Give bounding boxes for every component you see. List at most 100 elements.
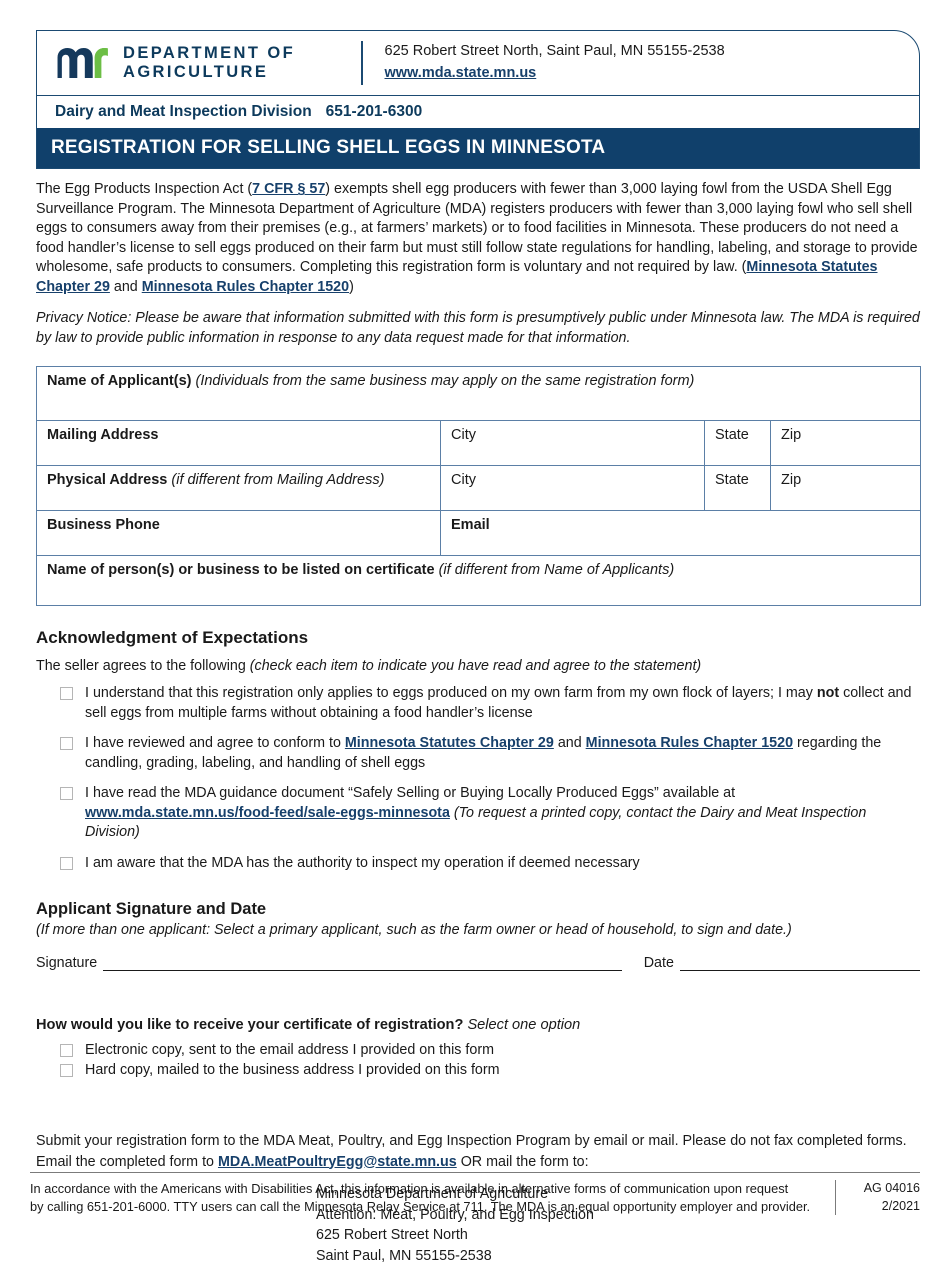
cell-physical-state[interactable]: State xyxy=(705,466,771,511)
submit-line-2a: Email the completed form to xyxy=(36,1154,218,1170)
cell-mailing-city[interactable]: City xyxy=(441,421,705,466)
table-row-applicant-name: Name of Applicant(s) (Individuals from t… xyxy=(37,367,921,421)
document-header: DEPARTMENT OF AGRICULTURE 625 Robert Str… xyxy=(36,30,920,169)
ack-item-own-farm[interactable]: I understand that this registration only… xyxy=(36,684,920,723)
submit-email-link[interactable]: MDA.MeatPoultryEgg@state.mn.us xyxy=(218,1154,457,1170)
checkbox-hard-copy-icon[interactable] xyxy=(60,1064,73,1077)
checkbox-own-farm-icon[interactable] xyxy=(60,687,73,700)
ack2-mn-rules-ch1520-link[interactable]: Minnesota Rules Chapter 1520 xyxy=(586,735,793,751)
checkbox-conform-statutes-icon[interactable] xyxy=(60,737,73,750)
delivery-option-electronic-label: Electronic copy, sent to the email addre… xyxy=(85,1041,494,1059)
footer-form-number: AG 04016 xyxy=(848,1180,920,1198)
mn-rules-ch1520-link[interactable]: Minnesota Rules Chapter 1520 xyxy=(142,279,349,295)
footer-line-2: by calling 651-201-6000. TTY users can c… xyxy=(30,1198,821,1216)
applicant-information-table: Name of Applicant(s) (Individuals from t… xyxy=(36,366,921,606)
label-physical-city: City xyxy=(451,472,476,488)
division-name: Dairy and Meat Inspection Division xyxy=(55,103,312,121)
acknowledgment-subtitle-text: The seller agrees to the following xyxy=(36,658,250,674)
checkbox-electronic-copy-icon[interactable] xyxy=(60,1044,73,1057)
signature-input[interactable] xyxy=(103,954,622,971)
acknowledgment-checklist: I understand that this registration only… xyxy=(36,684,920,873)
checkbox-inspection-icon[interactable] xyxy=(60,857,73,870)
footer-divider xyxy=(835,1180,836,1215)
privacy-notice: Privacy Notice: Please be aware that inf… xyxy=(36,309,920,348)
hint-certificate-name: (if different from Name of Applicants) xyxy=(439,562,675,578)
cell-mailing-zip[interactable]: Zip xyxy=(771,421,921,466)
label-physical-state: State xyxy=(715,472,749,488)
label-mailing-zip: Zip xyxy=(781,427,801,443)
label-mailing-city: City xyxy=(451,427,476,443)
table-row-certificate-name: Name of person(s) or business to be list… xyxy=(37,556,921,606)
mail-address-line-3: 625 Robert Street North xyxy=(316,1225,920,1246)
ack-item-conform-statutes[interactable]: I have reviewed and agree to conform to … xyxy=(36,734,920,773)
signature-row: Signature Date xyxy=(36,954,920,971)
label-physical-address: Physical Address xyxy=(47,472,167,488)
form-page: DEPARTMENT OF AGRICULTURE 625 Robert Str… xyxy=(0,0,950,1230)
ack2-text-b: and xyxy=(554,735,586,751)
cell-mailing-state[interactable]: State xyxy=(705,421,771,466)
cell-email[interactable]: Email xyxy=(441,511,921,556)
minnesota-mn-logo-icon xyxy=(55,47,109,79)
ack-item-conform-statutes-label: I have reviewed and agree to conform to … xyxy=(85,734,920,773)
cell-mailing-address[interactable]: Mailing Address xyxy=(37,421,441,466)
label-certificate-name: Name of person(s) or business to be list… xyxy=(47,562,435,578)
signature-label: Signature xyxy=(36,955,97,971)
acknowledgment-subtitle: The seller agrees to the following (chec… xyxy=(36,658,920,674)
delivery-option-hardcopy[interactable]: Hard copy, mailed to the business addres… xyxy=(36,1061,920,1079)
table-row-physical-address: Physical Address (if different from Mail… xyxy=(37,466,921,511)
delivery-option-electronic[interactable]: Electronic copy, sent to the email addre… xyxy=(36,1041,920,1059)
delivery-question: How would you like to receive your certi… xyxy=(36,1017,920,1033)
page-footer: In accordance with the Americans with Di… xyxy=(30,1172,920,1215)
intro-text-c: and xyxy=(110,279,142,295)
footer-ada-notice: In accordance with the Americans with Di… xyxy=(30,1180,835,1215)
cfr-57-link[interactable]: 7 CFR § 57 xyxy=(252,181,325,197)
mail-address-line-4: Saint Paul, MN 55155-2538 xyxy=(316,1246,920,1266)
signature-heading: Applicant Signature and Date xyxy=(36,900,920,919)
label-email: Email xyxy=(451,517,490,533)
main-content: The Egg Products Inspection Act (7 CFR §… xyxy=(36,180,920,1266)
hint-name-of-applicants: (Individuals from the same business may … xyxy=(196,373,695,389)
submit-line-2b: OR mail the form to: xyxy=(457,1154,589,1170)
logo-line-1: DEPARTMENT OF xyxy=(123,44,295,62)
agency-website-link[interactable]: www.mda.state.mn.us xyxy=(385,65,537,81)
ack-item-own-farm-label: I understand that this registration only… xyxy=(85,684,920,723)
delivery-question-hint: Select one option xyxy=(467,1017,580,1033)
agency-contact-block: 625 Robert Street North, Saint Paul, MN … xyxy=(385,41,725,85)
ack1-text-a: I understand that this registration only… xyxy=(85,685,817,701)
cell-business-phone[interactable]: Business Phone xyxy=(37,511,441,556)
date-input[interactable] xyxy=(680,954,920,971)
delivery-question-text: How would you like to receive your certi… xyxy=(36,1017,463,1033)
intro-text-d: ) xyxy=(349,279,354,295)
cell-certificate-name[interactable]: Name of person(s) or business to be list… xyxy=(37,556,921,606)
agency-address: 625 Robert Street North, Saint Paul, MN … xyxy=(385,41,725,63)
cell-physical-zip[interactable]: Zip xyxy=(771,466,921,511)
intro-paragraph: The Egg Products Inspection Act (7 CFR §… xyxy=(36,180,920,297)
date-label: Date xyxy=(644,955,674,971)
hint-physical-address: (if different from Mailing Address) xyxy=(171,472,384,488)
cell-applicant-name[interactable]: Name of Applicant(s) (Individuals from t… xyxy=(37,367,921,421)
ack3-guidance-link[interactable]: www.mda.state.mn.us/food-feed/sale-eggs-… xyxy=(85,805,450,821)
acknowledgment-subtitle-hint: (check each item to indicate you have re… xyxy=(250,658,701,674)
page-title: REGISTRATION FOR SELLING SHELL EGGS IN M… xyxy=(51,137,605,159)
ack1-bold-not: not xyxy=(817,685,839,701)
division-row: Dairy and Meat Inspection Division 651-2… xyxy=(37,95,919,128)
label-mailing-address: Mailing Address xyxy=(47,427,158,443)
cell-physical-city[interactable]: City xyxy=(441,466,705,511)
ack-item-inspection[interactable]: I am aware that the MDA has the authorit… xyxy=(36,854,920,874)
table-row-contact: Business Phone Email xyxy=(37,511,921,556)
mda-logo-wordmark: DEPARTMENT OF AGRICULTURE xyxy=(123,44,295,83)
header-vertical-divider xyxy=(361,41,363,85)
table-row-mailing-address: Mailing Address City State Zip xyxy=(37,421,921,466)
footer-form-id: AG 04016 2/2021 xyxy=(848,1180,920,1215)
ack-item-guidance-doc[interactable]: I have read the MDA guidance document “S… xyxy=(36,784,920,843)
ack2-mn-statutes-ch29-link[interactable]: Minnesota Statutes Chapter 29 xyxy=(345,735,554,751)
submit-instructions: Submit your registration form to the MDA… xyxy=(36,1131,920,1172)
ack2-text-a: I have reviewed and agree to conform to xyxy=(85,735,345,751)
logo-line-2: AGRICULTURE xyxy=(123,63,268,81)
checkbox-guidance-doc-icon[interactable] xyxy=(60,787,73,800)
footer-form-date: 2/2021 xyxy=(848,1198,920,1216)
mda-logo: DEPARTMENT OF AGRICULTURE xyxy=(55,44,355,83)
acknowledgment-heading: Acknowledgment of Expectations xyxy=(36,628,920,648)
cell-physical-address[interactable]: Physical Address (if different from Mail… xyxy=(37,466,441,511)
signature-note: (If more than one applicant: Select a pr… xyxy=(36,922,920,938)
